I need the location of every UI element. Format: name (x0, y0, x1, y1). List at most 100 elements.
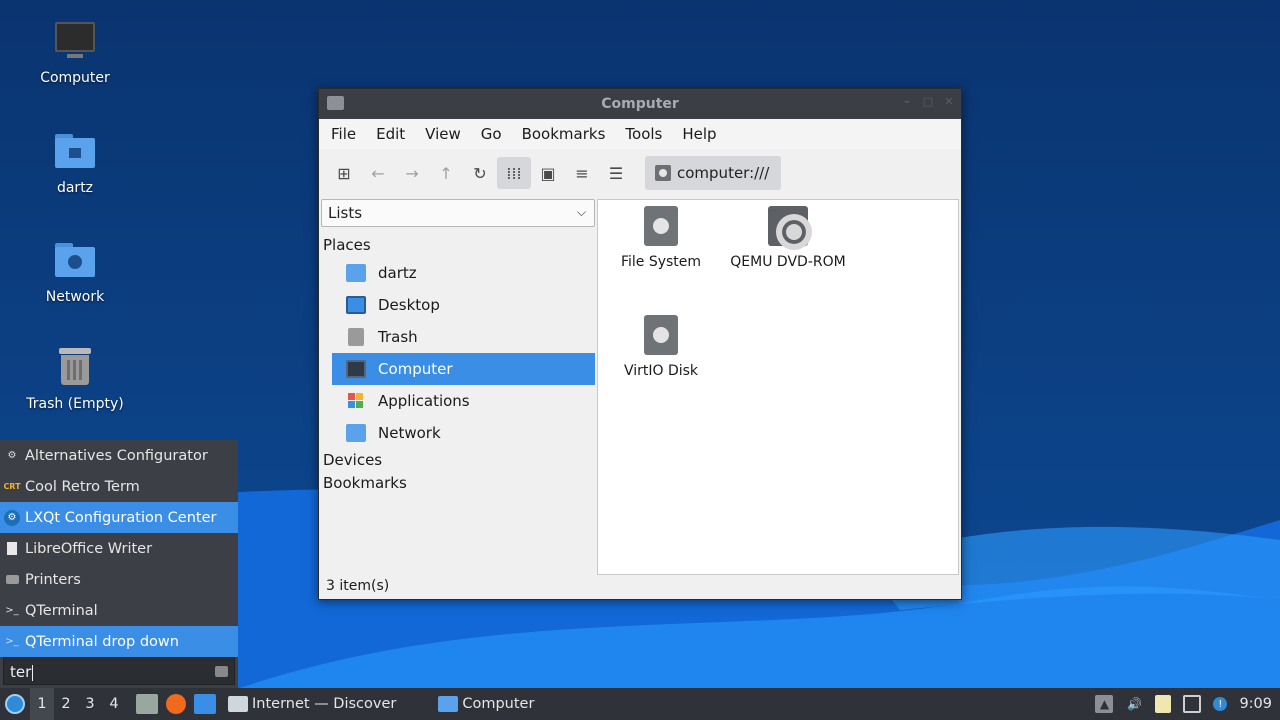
file-view[interactable]: File System QEMU DVD-ROM VirtIO Disk (597, 199, 959, 575)
firefox-icon[interactable] (166, 694, 186, 714)
writer-icon (4, 541, 20, 557)
desktop-switch-3[interactable]: 3 (78, 688, 102, 720)
optical-drive-icon (768, 206, 812, 250)
task-label: Internet — Discover (252, 696, 397, 712)
detailed-list-icon[interactable]: ☰ (599, 157, 633, 189)
launcher-item-label: Printers (25, 571, 81, 588)
side-pane-mode-select[interactable]: Lists ⌵ (321, 199, 595, 227)
reload-icon[interactable]: ↻ (463, 157, 497, 189)
search-value: ter (10, 663, 32, 681)
volume-icon[interactable]: 🔊 (1125, 695, 1143, 713)
file-item-qemu-dvd-rom[interactable]: QEMU DVD-ROM (723, 206, 853, 270)
computer-icon (346, 360, 366, 378)
desktop-icon-label: Computer (40, 70, 110, 86)
file-item-file-system[interactable]: File System (596, 206, 726, 270)
desktop-icon-network[interactable]: Network (10, 239, 140, 305)
menu-bar: File Edit View Go Bookmarks Tools Help (319, 119, 961, 149)
new-tab-icon[interactable]: ⊞ (327, 157, 361, 189)
forward-icon[interactable]: → (395, 157, 429, 189)
sidebar-item-dartz[interactable]: dartz (332, 257, 595, 289)
task-label: Computer (462, 696, 535, 712)
maximize-icon[interactable]: □ (922, 96, 934, 108)
task-computer[interactable]: Computer (432, 688, 540, 720)
discover-icon (228, 696, 248, 712)
launcher-item-qterminal[interactable]: >_ QTerminal (0, 595, 238, 626)
application-launcher-menu: ⚙ Alternatives Configurator CRT Cool Ret… (0, 440, 238, 688)
launcher-search-input[interactable]: ter (3, 657, 235, 685)
task-internet-discover[interactable]: Internet — Discover (222, 688, 402, 720)
text-cursor (32, 664, 34, 681)
path-button[interactable]: computer:/// (645, 156, 782, 190)
clock[interactable]: 9:09 (1239, 696, 1272, 712)
hard-drive-icon (655, 165, 671, 181)
close-icon[interactable]: ✕ (943, 96, 955, 108)
trash-icon (53, 346, 97, 390)
menu-file[interactable]: File (321, 125, 366, 143)
desktop-icon-label: dartz (56, 180, 94, 196)
menu-bookmarks[interactable]: Bookmarks (512, 125, 616, 143)
sidebar-item-computer[interactable]: Computer (332, 353, 595, 385)
back-icon[interactable]: ← (361, 157, 395, 189)
launcher-item-alternatives-configurator[interactable]: ⚙ Alternatives Configurator (0, 440, 238, 471)
applications-icon (346, 392, 366, 410)
file-item-label: File System (620, 254, 702, 270)
configurator-icon: ⚙ (7, 450, 17, 461)
sidebar-item-trash[interactable]: Trash (332, 321, 595, 353)
devices-header[interactable]: Devices (321, 449, 595, 472)
launcher-item-printers[interactable]: Printers (0, 564, 238, 595)
clipboard-icon[interactable] (1155, 695, 1172, 713)
launcher-item-lxqt-configuration-center[interactable]: ⚙ LXQt Configuration Center (0, 502, 238, 533)
sidebar-item-network[interactable]: Network (332, 417, 595, 449)
show-desktop-icon[interactable] (194, 694, 216, 714)
eject-icon[interactable]: ▲ (1095, 695, 1114, 713)
folder-icon (438, 696, 459, 712)
network-status-icon[interactable] (1183, 695, 1202, 713)
menu-view[interactable]: View (415, 125, 471, 143)
desktop-switch-2[interactable]: 2 (54, 688, 78, 720)
launcher-item-label: QTerminal drop down (25, 633, 179, 650)
icon-view-icon[interactable]: ⁞⁞⁞ (497, 157, 531, 189)
places-header[interactable]: Places (321, 233, 595, 257)
desktop-icon-dartz[interactable]: dartz (10, 130, 140, 196)
path-label: computer:/// (677, 164, 770, 182)
printer-icon (4, 572, 20, 588)
lxqt-config-icon: ⚙ (4, 509, 20, 526)
file-manager-launcher-icon[interactable] (136, 694, 158, 714)
desktop-switch-1[interactable]: 1 (30, 688, 54, 720)
system-tray: ▲ 🔊 ! 9:09 (1095, 688, 1280, 720)
minimize-icon[interactable]: – (901, 96, 913, 108)
file-manager-window: Computer – □ ✕ File Edit View Go Bookmar… (318, 88, 962, 600)
menu-help[interactable]: Help (672, 125, 726, 143)
sidebar-item-desktop[interactable]: Desktop (332, 289, 595, 321)
desktop-icon-label: Network (45, 289, 105, 305)
home-folder-icon (53, 130, 97, 174)
launcher-item-libreoffice-writer[interactable]: LibreOffice Writer (0, 533, 238, 564)
thumbnail-view-icon[interactable]: ▣ (531, 157, 565, 189)
select-value: Lists (328, 204, 363, 222)
sidebar-item-label: Trash (378, 328, 418, 346)
up-icon[interactable]: ↑ (429, 157, 463, 189)
launcher-item-cool-retro-term[interactable]: CRT Cool Retro Term (0, 471, 238, 502)
hard-drive-icon (644, 315, 678, 355)
desktop-switch-4[interactable]: 4 (102, 688, 126, 720)
sidebar-item-label: Desktop (378, 296, 440, 314)
clear-search-icon[interactable] (215, 666, 228, 677)
launcher-item-label: LXQt Configuration Center (25, 509, 217, 526)
desktop-icon-trash[interactable]: Trash (Empty) (10, 346, 140, 412)
menu-tools[interactable]: Tools (615, 125, 672, 143)
menu-go[interactable]: Go (471, 125, 512, 143)
desktop-icon-label: Trash (Empty) (26, 396, 124, 412)
start-menu-button[interactable] (0, 688, 30, 720)
menu-edit[interactable]: Edit (366, 125, 415, 143)
desktop-icon-computer[interactable]: Computer (10, 20, 140, 86)
bookmarks-header[interactable]: Bookmarks (321, 472, 595, 495)
launcher-item-qterminal-drop-down[interactable]: >_ QTerminal drop down (0, 626, 238, 657)
file-item-virtio-disk[interactable]: VirtIO Disk (596, 315, 726, 379)
compact-view-icon[interactable]: ≡ (565, 157, 599, 189)
update-notifier-icon[interactable]: ! (1213, 697, 1228, 711)
sidebar-item-label: Applications (378, 392, 470, 410)
sidebar-item-applications[interactable]: Applications (332, 385, 595, 417)
sidebar-item-label: Computer (378, 360, 453, 378)
status-bar: 3 item(s) (326, 578, 390, 594)
window-titlebar[interactable]: Computer – □ ✕ (319, 89, 961, 119)
